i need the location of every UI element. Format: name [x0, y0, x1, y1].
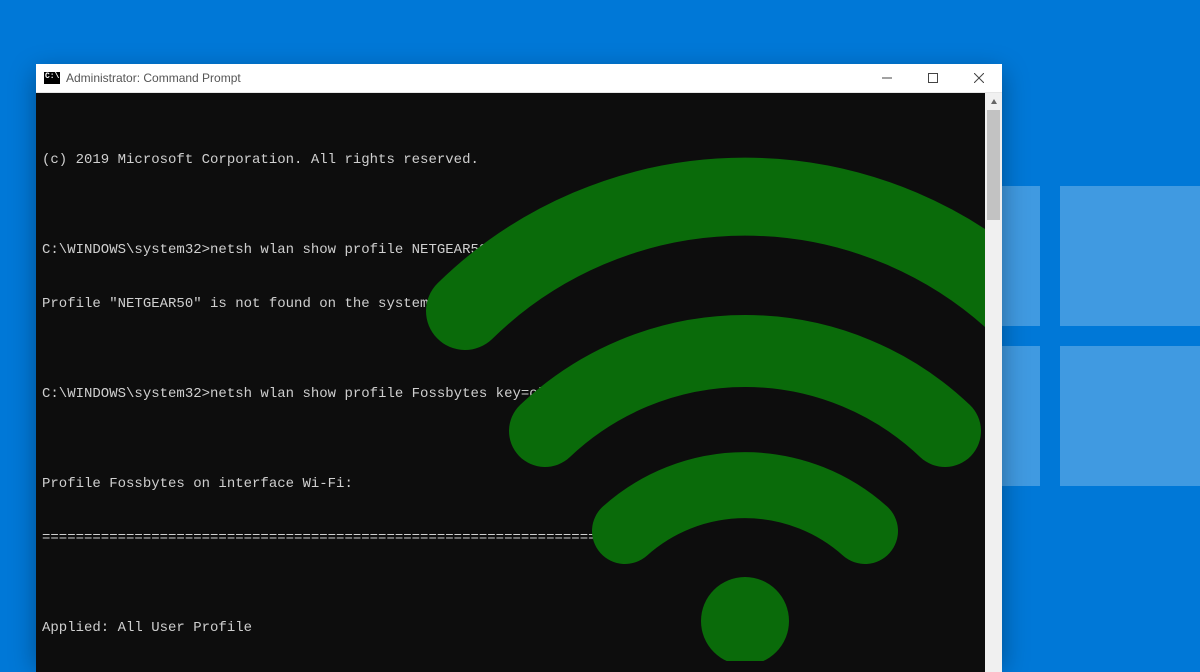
client-area: (c) 2019 Microsoft Corporation. All righ… [36, 93, 1002, 672]
console-line: (c) 2019 Microsoft Corporation. All righ… [42, 151, 979, 169]
titlebar[interactable]: Administrator: Command Prompt [36, 64, 1002, 93]
cmd-icon [44, 72, 60, 84]
console-line: Profile "NETGEAR50" is not found on the … [42, 295, 979, 313]
desktop: Administrator: Command Prompt [0, 0, 1200, 672]
console-line: C:\WINDOWS\system32>netsh wlan show prof… [42, 241, 979, 259]
console-line: Profile Fossbytes on interface Wi-Fi: [42, 475, 979, 493]
close-button[interactable] [956, 64, 1002, 92]
console-line: Applied: All User Profile [42, 619, 979, 637]
maximize-button[interactable] [910, 64, 956, 92]
scroll-thumb[interactable] [987, 110, 1000, 220]
wifi-icon [385, 101, 985, 661]
window-title: Administrator: Command Prompt [66, 71, 241, 85]
minimize-button[interactable] [864, 64, 910, 92]
scroll-track[interactable] [985, 110, 1002, 672]
console-line: C:\WINDOWS\system32>netsh wlan show prof… [42, 385, 979, 403]
command-prompt-window: Administrator: Command Prompt [36, 64, 1002, 662]
console-line: ========================================… [42, 529, 979, 547]
console-output[interactable]: (c) 2019 Microsoft Corporation. All righ… [36, 93, 985, 672]
scroll-up-button[interactable] [985, 93, 1002, 110]
vertical-scrollbar[interactable] [985, 93, 1002, 672]
